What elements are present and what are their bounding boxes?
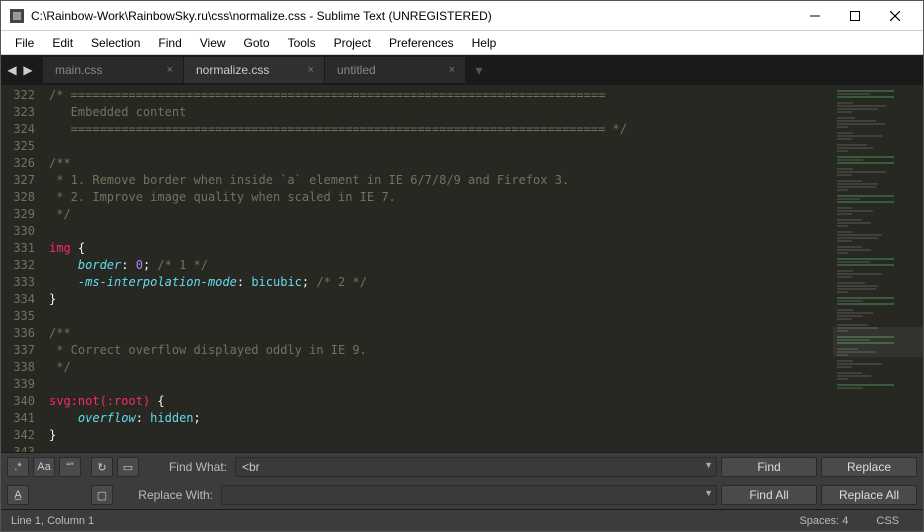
highlight-matches-toggle[interactable]: A̲ [7, 485, 29, 505]
find-label: Find What: [153, 460, 227, 474]
close-icon[interactable]: × [449, 64, 455, 76]
code-content[interactable]: /* =====================================… [43, 85, 833, 452]
regex-toggle[interactable]: .* [7, 457, 29, 477]
tab-history-back-icon[interactable]: ◀ [5, 62, 19, 78]
app-icon [9, 8, 25, 24]
tab-untitled[interactable]: untitled × [325, 57, 465, 83]
menu-help[interactable]: Help [464, 33, 505, 53]
tab-label: normalize.css [196, 63, 269, 77]
wrap-toggle[interactable]: ↻ [91, 457, 113, 477]
window-title: C:\Rainbow-Work\RainbowSky.ru\css\normal… [31, 9, 795, 23]
menu-edit[interactable]: Edit [44, 33, 81, 53]
minimize-button[interactable] [795, 2, 835, 30]
find-all-button[interactable]: Find All [721, 485, 817, 505]
tab-label: untitled [337, 63, 376, 77]
menu-selection[interactable]: Selection [83, 33, 148, 53]
close-icon[interactable]: × [167, 64, 173, 76]
find-history-dropdown-icon[interactable]: ▼ [704, 460, 713, 470]
in-selection-toggle[interactable]: ▭ [117, 457, 139, 477]
minimap-viewport[interactable] [833, 327, 923, 357]
replace-button[interactable]: Replace [821, 457, 917, 477]
tab-dropdown-icon[interactable]: ▾ [470, 61, 488, 79]
statusbar: Line 1, Column 1 Spaces: 4 CSS [1, 509, 923, 531]
menu-find[interactable]: Find [150, 33, 189, 53]
find-button[interactable]: Find [721, 457, 817, 477]
status-cursor-position[interactable]: Line 1, Column 1 [11, 515, 785, 527]
replace-label: Replace With: [127, 488, 213, 502]
tab-normalize-css[interactable]: normalize.css × [184, 57, 324, 83]
menu-project[interactable]: Project [326, 33, 379, 53]
case-sensitive-toggle[interactable]: Aa [33, 457, 55, 477]
line-gutter: 3223233243253263273283293303313323333343… [1, 85, 43, 452]
menu-view[interactable]: View [192, 33, 234, 53]
menu-tools[interactable]: Tools [280, 33, 324, 53]
close-icon[interactable]: × [308, 64, 314, 76]
tab-history-forward-icon[interactable]: ▶ [21, 62, 35, 78]
editor-area[interactable]: 3223233243253263273283293303313323333343… [1, 85, 923, 452]
titlebar: C:\Rainbow-Work\RainbowSky.ru\css\normal… [1, 1, 923, 31]
menu-preferences[interactable]: Preferences [381, 33, 462, 53]
menubar: FileEditSelectionFindViewGotoToolsProjec… [1, 31, 923, 55]
replace-input[interactable] [221, 485, 717, 505]
menu-file[interactable]: File [7, 33, 42, 53]
whole-word-toggle[interactable]: “” [59, 457, 81, 477]
tab-label: main.css [55, 63, 102, 77]
replace-history-dropdown-icon[interactable]: ▼ [704, 488, 713, 498]
status-indentation[interactable]: Spaces: 4 [785, 515, 862, 527]
preserve-case-toggle[interactable]: ▢ [91, 485, 113, 505]
replace-all-button[interactable]: Replace All [821, 485, 917, 505]
status-syntax[interactable]: CSS [862, 515, 913, 527]
tab-main-css[interactable]: main.css × [43, 57, 183, 83]
tabstrip: ◀ ▶ main.css × normalize.css × untitled × ▾ [1, 55, 923, 85]
maximize-button[interactable] [835, 2, 875, 30]
find-replace-panel: .* Aa “” ↻ ▭ Find What: ▼ Find Replace A… [1, 452, 923, 509]
close-button[interactable] [875, 2, 915, 30]
minimap[interactable] [833, 85, 923, 452]
find-input[interactable] [235, 457, 717, 477]
menu-goto[interactable]: Goto [236, 33, 278, 53]
